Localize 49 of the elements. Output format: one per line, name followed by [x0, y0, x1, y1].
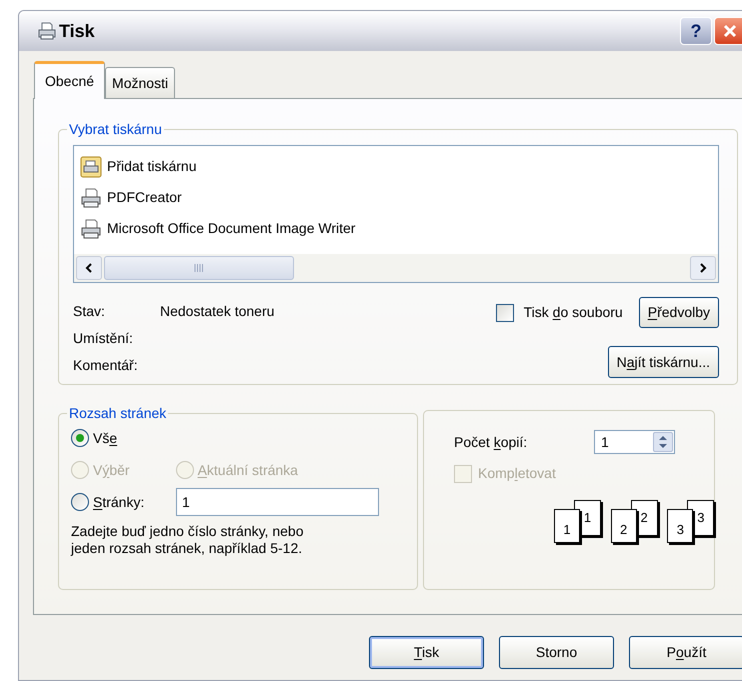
checkbox-label: Tisk do souboru	[524, 303, 623, 322]
printer-icon	[80, 186, 102, 208]
field-label: Komentář:	[73, 356, 139, 373]
radio-button[interactable]	[71, 493, 89, 511]
scroll-right-button[interactable]	[690, 256, 716, 280]
printer-icon	[80, 218, 102, 240]
pages-field[interactable]: 1	[176, 488, 379, 516]
tab[interactable]: Obecné	[34, 61, 106, 99]
up-down-arrows-icon	[658, 435, 668, 449]
horizontal-scrollbar[interactable]	[74, 254, 718, 282]
printer-list[interactable]: Přidat tiskárnu PDFCreator Microsoft Office Document Image Writer	[73, 145, 719, 283]
dialog-button[interactable]: Storno	[499, 636, 614, 669]
dialog-button[interactable]: Tisk	[369, 636, 484, 669]
printer-name[interactable]: Microsoft Office Document Image Writer	[106, 218, 356, 239]
field-label: Stav:	[73, 302, 106, 319]
copies-label: Počet kopií:	[454, 432, 528, 452]
hint-text: Zadejte buď jedno číslo stránky, nebo jeden rozsah stránek, například 5-12.	[71, 523, 304, 557]
printer-icon	[37, 21, 57, 41]
radio-label: Stránky:	[93, 492, 144, 512]
radio-label: Výběr	[93, 460, 130, 480]
printer-name[interactable]: Přidat tiskárnu	[106, 156, 198, 177]
tab[interactable]: Možnosti	[105, 67, 176, 98]
checkbox[interactable]	[496, 304, 514, 322]
radio-label: Vše	[93, 428, 118, 448]
radio-button[interactable]	[71, 429, 89, 447]
spin-button[interactable]	[653, 432, 673, 452]
find-printer-button[interactable]: Najít tiskárnu...	[608, 346, 719, 378]
scrollbar-thumb[interactable]	[104, 256, 294, 280]
scroll-left-button[interactable]	[76, 256, 102, 280]
field-label: Umístění:	[73, 329, 134, 346]
close-button[interactable]	[714, 17, 742, 45]
close-icon	[722, 23, 738, 39]
grip-icon	[194, 264, 204, 272]
preferences-button[interactable]: Předvolby	[638, 297, 719, 328]
page-sheet: 2	[610, 509, 637, 543]
group-title: Rozsah stránek	[68, 404, 168, 423]
checkbox-label: Kompletovat	[478, 464, 556, 483]
page-sheet: 3	[667, 509, 694, 543]
printer-name[interactable]: PDFCreator	[106, 187, 183, 208]
field-value: Nedostatek toneru	[160, 302, 274, 319]
radio-label: Aktuální stránka	[198, 460, 298, 480]
page-sheet: 1	[554, 509, 580, 543]
copies-value: 1	[601, 432, 610, 452]
copies-spinner[interactable]: 1	[594, 430, 675, 454]
dialog-button[interactable]: Použít	[629, 636, 742, 669]
add-printer-icon	[80, 156, 102, 178]
help-button[interactable]: ?	[680, 17, 712, 45]
window-title: Tisk	[59, 20, 95, 42]
group-title: Vybrat tiskárnu	[68, 120, 163, 139]
